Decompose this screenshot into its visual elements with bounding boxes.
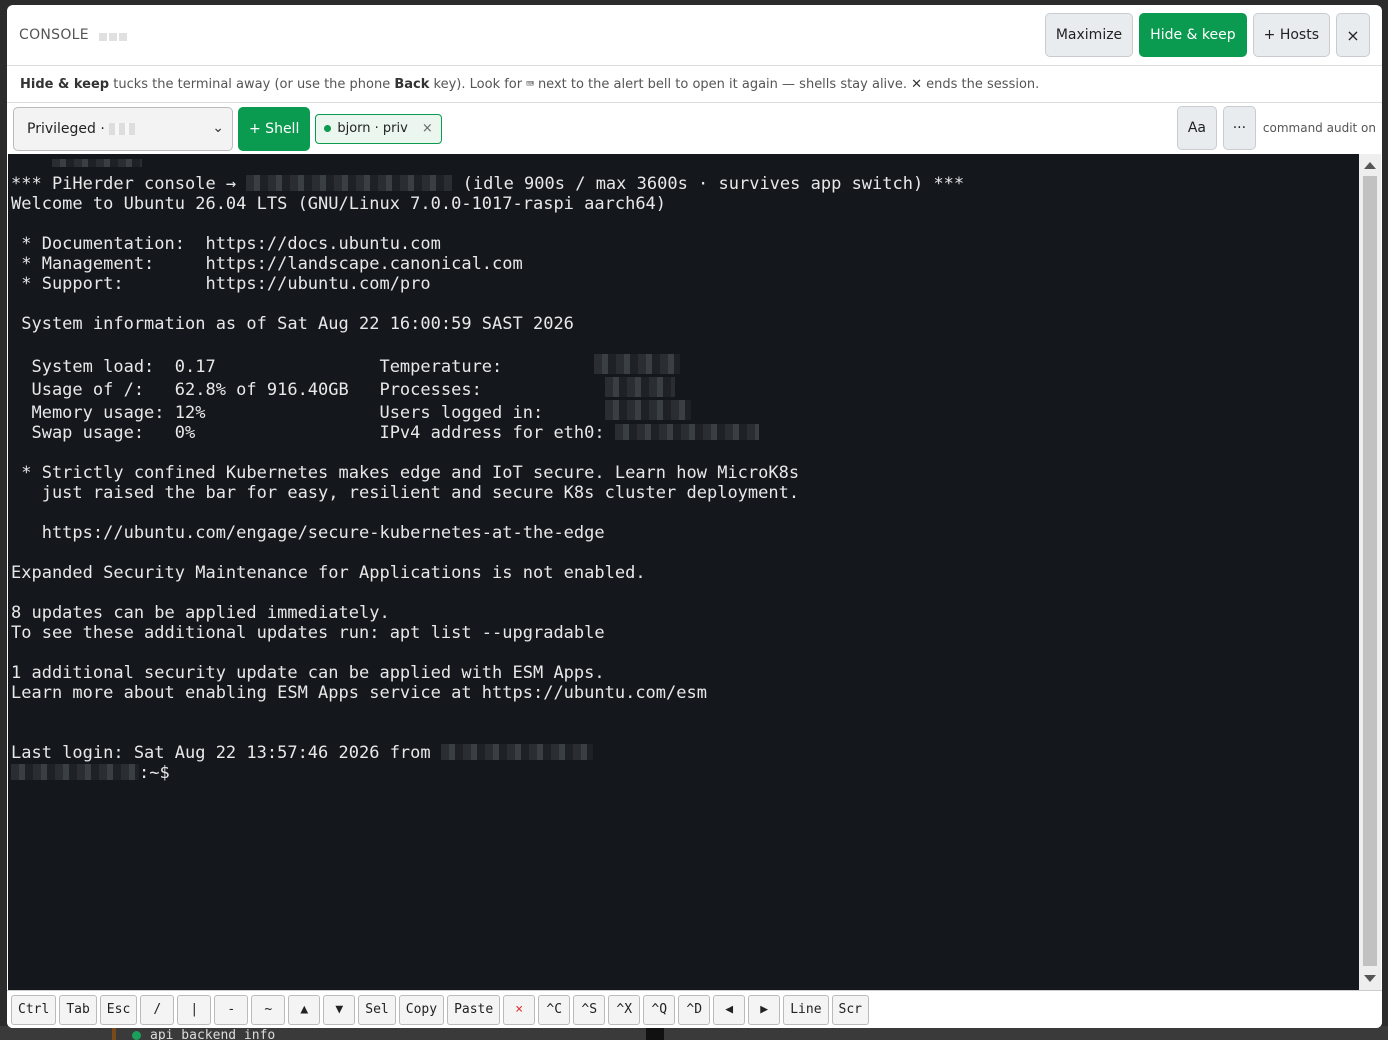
key-arrow-up[interactable]: ▲	[288, 994, 321, 1025]
key-ctrl-c[interactable]: ^C	[538, 994, 571, 1025]
hint-text-3: next to the alert bell to open it again …	[537, 76, 912, 92]
hint-text-2: key). Look for	[429, 76, 523, 92]
console-window: CONSOLE Maximize Hide & keep + Hosts × H…	[7, 5, 1382, 1028]
term-line: Learn more about enabling ESM Apps servi…	[11, 683, 707, 703]
term-line: Memory usage: 12% Users logged in:	[11, 403, 544, 423]
session-tab-label: bjorn · priv	[337, 121, 408, 136]
redacted-host-ip	[246, 175, 453, 191]
scrollbar-thumb[interactable]	[1363, 176, 1377, 966]
key-copy[interactable]: Copy	[398, 994, 445, 1025]
key-paste[interactable]: Paste	[447, 994, 501, 1025]
hint-bold-hide: Hide & keep	[20, 76, 110, 92]
term-line: https://ubuntu.com/engage/secure-kuberne…	[11, 523, 605, 543]
session-close-icon[interactable]: ×	[422, 121, 433, 136]
term-line: To see these additional updates run: apt…	[11, 623, 605, 643]
term-line: 1 additional security update can be appl…	[11, 663, 605, 683]
key-select[interactable]: Sel	[358, 994, 396, 1025]
key-arrow-left[interactable]: ◀	[713, 994, 746, 1025]
key-ctrl-s[interactable]: ^S	[573, 994, 606, 1025]
key-dash[interactable]: -	[214, 994, 249, 1025]
background-text: api backend info	[150, 1028, 276, 1040]
keyboard-icon: ⌨	[526, 76, 534, 92]
header-buttons: Maximize Hide & keep + Hosts ×	[1044, 13, 1370, 57]
terminal[interactable]: *** PiHerder console → (idle 900s / max …	[8, 154, 1381, 990]
key-cancel[interactable]: ×	[503, 994, 536, 1025]
chevron-down-icon: ⌄	[212, 119, 224, 136]
redacted-value	[594, 354, 681, 374]
redacted-user-host	[11, 764, 139, 780]
scroll-down-icon[interactable]	[1364, 975, 1376, 982]
scroll-up-icon[interactable]	[1364, 162, 1376, 169]
term-line: * Documentation: https://docs.ubuntu.com	[11, 234, 441, 254]
console-header: CONSOLE Maximize Hide & keep + Hosts ×	[7, 5, 1382, 66]
redacted-ip	[614, 424, 759, 440]
new-shell-button[interactable]: + Shell	[238, 106, 311, 151]
audit-status: command audit on	[1262, 121, 1376, 135]
redacted-user	[108, 122, 135, 135]
font-size-button[interactable]: Aa	[1176, 106, 1217, 150]
more-button[interactable]: ···	[1222, 106, 1256, 150]
close-button[interactable]: ×	[1336, 13, 1370, 57]
background-app: api backend info	[0, 1026, 1388, 1040]
status-dot-icon	[132, 1031, 141, 1040]
privilege-select-label: Privileged ·	[27, 120, 105, 137]
term-line: 8 updates can be applied immediately.	[11, 603, 390, 623]
redacted-host	[98, 26, 129, 45]
redacted-login-ip	[440, 744, 593, 760]
key-tab[interactable]: Tab	[59, 994, 97, 1025]
term-line: Swap usage: 0% IPv4 address for eth0:	[11, 423, 615, 443]
terminal-scrollbar[interactable]	[1359, 154, 1381, 990]
session-status-icon	[324, 125, 332, 132]
console-title: CONSOLE	[19, 27, 89, 43]
term-line: * Management: https://landscape.canonica…	[11, 254, 523, 274]
hint-bold-back: Back	[394, 76, 430, 92]
key-arrow-down[interactable]: ▼	[323, 994, 356, 1025]
privilege-select[interactable]: Privileged · ⌄	[13, 106, 233, 151]
hint-bar: Hide & keep tucks the terminal away (or …	[7, 66, 1382, 103]
key-ctrl[interactable]: Ctrl	[11, 994, 57, 1025]
key-ctrl-q[interactable]: ^Q	[643, 994, 676, 1025]
key-arrow-right[interactable]: ▶	[748, 994, 781, 1025]
console-toolbar: Privileged · ⌄ + Shell bjorn · priv × Aa…	[7, 103, 1382, 154]
term-line: System information as of Sat Aug 22 16:0…	[11, 314, 574, 334]
terminal-output: *** PiHerder console → (idle 900s / max …	[11, 154, 964, 783]
key-ctrl-x[interactable]: ^X	[608, 994, 641, 1025]
redacted-value	[604, 400, 691, 420]
background-bar	[112, 1026, 116, 1040]
hint-text-1: tucks the terminal away (or use the phon…	[109, 76, 395, 92]
redacted-top	[11, 154, 142, 174]
session-tab[interactable]: bjorn · priv ×	[315, 113, 442, 144]
key-line[interactable]: Line	[783, 994, 829, 1025]
close-x-icon: ✕	[911, 76, 923, 92]
term-line: just raised the bar for easy, resilient …	[11, 483, 800, 503]
key-bar: Ctrl Tab Esc / | - ~ ▲ ▼ Sel Copy Paste …	[7, 990, 1382, 1028]
key-slash[interactable]: /	[140, 994, 175, 1025]
term-line-banner-a: *** PiHerder console →	[11, 174, 247, 194]
key-scroll[interactable]: Scr	[831, 994, 870, 1025]
maximize-button[interactable]: Maximize	[1044, 13, 1134, 57]
redacted-value	[604, 377, 675, 397]
term-line: Welcome to Ubuntu 26.04 LTS (GNU/Linux 7…	[11, 194, 667, 214]
background-block	[646, 1026, 664, 1040]
key-pipe[interactable]: |	[177, 994, 212, 1025]
term-line: Usage of /: 62.8% of 916.40GB Processes:	[11, 380, 482, 400]
key-tilde[interactable]: ~	[251, 994, 286, 1025]
hide-keep-button[interactable]: Hide & keep	[1139, 13, 1247, 57]
term-line: System load: 0.17 Temperature:	[11, 357, 503, 377]
term-line-last-login: Last login: Sat Aug 22 13:57:46 2026 fro…	[11, 743, 441, 763]
key-esc[interactable]: Esc	[99, 994, 138, 1025]
term-line: Expanded Security Maintenance for Applic…	[11, 563, 646, 583]
term-line: * Strictly confined Kubernetes makes edg…	[11, 463, 800, 483]
term-line: * Support: https://ubuntu.com/pro	[11, 274, 431, 294]
shell-prompt: :~$	[139, 763, 170, 783]
key-ctrl-d[interactable]: ^D	[678, 994, 711, 1025]
hint-text-4: ends the session.	[922, 76, 1040, 92]
term-line-banner-b: (idle 900s / max 3600s · survives app sw…	[452, 174, 965, 194]
toolbar-right: Aa ··· command audit on	[1176, 106, 1376, 150]
add-hosts-button[interactable]: + Hosts	[1252, 13, 1330, 57]
